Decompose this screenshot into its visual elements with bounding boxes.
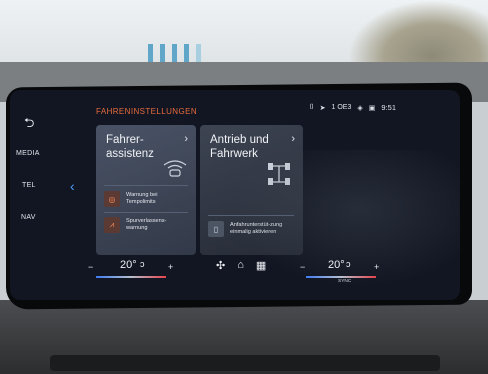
fan-icon[interactable]: ✣ [216,259,225,272]
temp-left-bar[interactable] [96,276,166,278]
wifi-icon: ◈ [357,104,363,112]
temp-right-value: 20° [328,259,345,271]
seat-heat-left-icon[interactable]: ↄ [140,259,145,269]
chevron-left-icon[interactable]: ‹ [70,178,75,194]
center-controls: ✣ ⌂ ▦ [216,259,266,272]
chevron-right-icon: › [291,133,295,145]
card-fahrerassistenz[interactable]: Fahrer- assistenz › ◎ Warnung bei Tempol… [96,125,196,255]
speed-limit-icon: ◎ [104,191,120,207]
chassis-icon [268,163,290,185]
divider [104,212,188,213]
network-label: 1 OE3 [331,104,352,111]
temp-left-minus-button[interactable]: − [88,262,93,272]
chevron-right-icon: › [184,133,188,145]
rail-item-nav[interactable]: NAV [21,214,36,221]
divider [104,185,188,186]
divider [208,215,294,216]
subitem-label: Anfahrunterstüt-zung einmalig aktivieren [230,222,283,235]
phone-icon: ⌷ [309,103,314,111]
temp-right-bar[interactable] [306,276,376,278]
temp-right-plus-button[interactable]: + [374,262,379,272]
sync-label[interactable]: SYNC [338,279,351,284]
temp-left-plus-button[interactable]: + [168,262,173,272]
lane-warning-icon: ⩘ [104,217,120,233]
air-vent [50,355,440,371]
home-icon[interactable]: ⌂ [237,259,244,272]
infotainment-screen: ⮌ MEDIA TEL NAV ‹ FAHRENINSTELLUNGEN ⌷ ➤… [10,90,460,300]
subitem-label: Warnung bei Tempolimits [126,192,158,205]
rail-item-media[interactable]: MEDIA [16,150,40,157]
subitem-label: Spurverlassens-warnung [126,218,167,231]
left-rail: ⮌ MEDIA TEL NAV [10,90,52,300]
temp-right-minus-button[interactable]: − [300,262,305,272]
page-title: FAHRENINSTELLUNGEN [96,107,197,116]
rail-item-tel[interactable]: TEL [22,182,36,189]
subitem-anfahrunterstuetzung[interactable]: ▯ Anfahrunterstüt-zung einmalig aktivier… [208,221,292,237]
temp-left-value: 20° [120,259,137,271]
card-antrieb-fahrwerk[interactable]: Antrieb und Fahrwerk › ▯ Anfahrunterstüt… [200,125,303,255]
driver-assist-icon [163,160,187,177]
clock: 9:51 [381,103,396,112]
apps-grid-icon[interactable]: ▦ [256,259,266,272]
subitem-tempolimit[interactable]: ◎ Warnung bei Tempolimits [104,191,182,207]
seat-heat-right-icon[interactable]: ↄ [346,259,351,269]
subitem-spurverlassen[interactable]: ⩘ Spurverlassens-warnung [104,217,182,233]
status-bar: ⌷ ➤ 1 OE3 ◈ ▣ 9:51 [309,103,396,112]
hill-start-icon: ▯ [208,221,224,237]
location-icon: ➤ [319,104,326,112]
back-icon[interactable]: ⮌ [24,114,34,136]
profile-icon: ▣ [368,104,376,112]
card-title: Antrieb und Fahrwerk [210,134,269,160]
climate-bar: − 20° ↄ + ✣ ⌂ ▦ − 20° ↄ + SYNC [80,258,380,284]
